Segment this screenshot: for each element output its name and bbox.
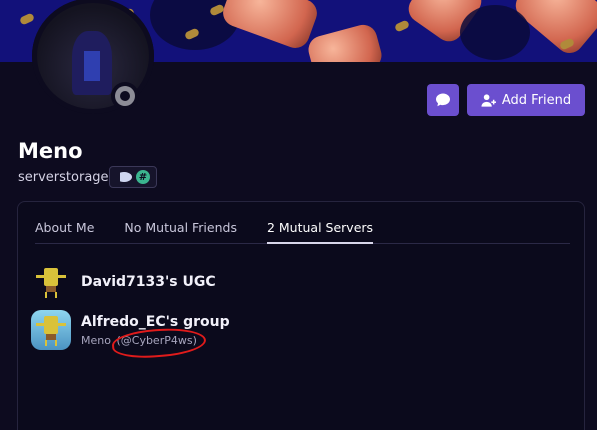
username: serverstorage [18,170,109,185]
message-button[interactable] [427,84,459,116]
offline-status-icon [111,82,139,110]
profile-tabs: About Me No Mutual Friends 2 Mutual Serv… [35,216,570,244]
profile-card: About Me No Mutual Friends 2 Mutual Serv… [17,201,585,430]
server-name: David7133's UGC [81,274,216,290]
display-name: Meno [18,139,83,163]
add-friend-button[interactable]: Add Friend [467,84,585,116]
tab-mutual-friends[interactable]: No Mutual Friends [124,216,237,244]
server-handle: (@CyberP4ws) [116,333,197,347]
server-item[interactable]: David7133's UGC [31,262,216,302]
tab-about-me[interactable]: About Me [35,216,94,244]
hashtag-badge-icon[interactable]: # [136,170,150,184]
tab-mutual-servers[interactable]: 2 Mutual Servers [266,216,374,244]
server-item[interactable]: Alfredo_EC's group Meno (@CyberP4ws) [31,310,230,350]
server-nickname: Meno [81,333,111,347]
server-icon [31,310,71,350]
server-nickname-line: Meno (@CyberP4ws) [81,334,230,347]
server-icon [31,262,71,302]
server-name: Alfredo_EC's group [81,313,230,330]
add-friend-label: Add Friend [501,92,572,108]
chat-bubble-icon [436,93,450,107]
speed-badge-icon[interactable] [116,172,132,182]
badge-list: # [109,166,157,188]
add-user-icon [481,93,496,107]
